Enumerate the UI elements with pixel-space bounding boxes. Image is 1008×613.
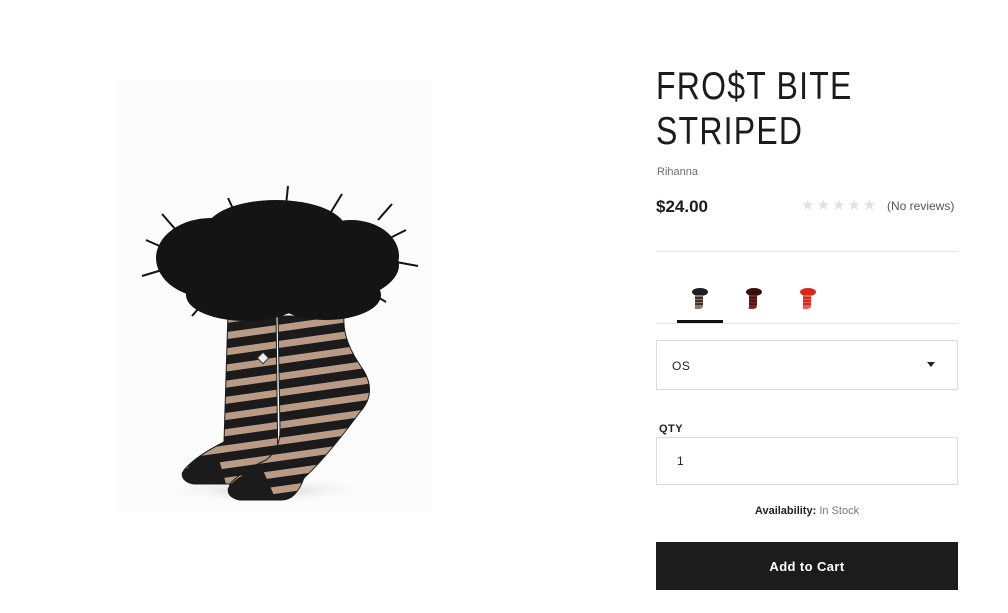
availability-label: Availability: [754, 505, 817, 517]
reviews-link[interactable]: (No reviews) [887, 199, 954, 213]
star-icon: ★ [831, 197, 846, 214]
product-title: FRO$T BITE STRIPED [656, 64, 904, 154]
star-icon: ★ [862, 197, 877, 214]
divider [656, 323, 958, 324]
caret-down-icon [927, 362, 935, 367]
swatch-red[interactable] [785, 276, 831, 322]
rating-stars[interactable]: ★ ★ ★ ★ ★ [801, 198, 876, 213]
brand-name: Rihanna [657, 166, 698, 178]
availability: Availability: In Stock [656, 505, 958, 517]
product-image[interactable] [116, 80, 432, 512]
color-swatches [656, 276, 958, 324]
product-price: $24.00 [656, 197, 708, 216]
availability-status: In Stock [819, 505, 860, 517]
add-to-cart-button[interactable]: Add to Cart [656, 542, 958, 590]
product-title-line1: FRO$T BITE [656, 65, 853, 108]
size-select[interactable]: OS [656, 340, 958, 390]
sock-icon [692, 288, 708, 309]
sock-product-image [141, 185, 419, 504]
qty-input[interactable] [656, 437, 958, 485]
star-icon: ★ [801, 197, 815, 214]
size-selected-value: OS [672, 359, 691, 373]
star-icon: ★ [847, 197, 861, 214]
product-title-line2: STRIPED [656, 110, 804, 153]
star-icon: ★ [816, 197, 830, 214]
swatch-black[interactable] [677, 276, 723, 323]
divider [656, 251, 958, 252]
sock-icon [800, 288, 816, 309]
sock-icon [746, 288, 762, 309]
qty-label: QTY [659, 423, 684, 435]
swatch-burgundy[interactable] [731, 276, 777, 322]
